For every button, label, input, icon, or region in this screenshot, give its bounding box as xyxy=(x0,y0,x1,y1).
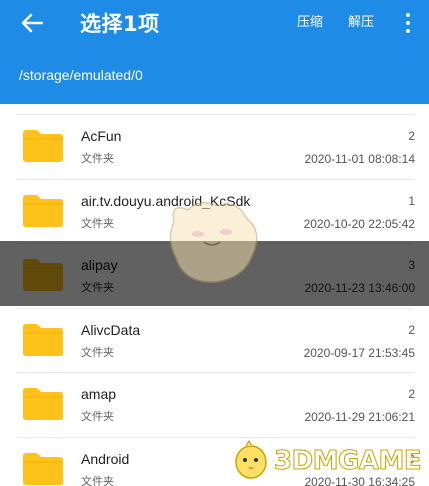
back-arrow-icon xyxy=(21,13,43,33)
folder-icon xyxy=(23,452,63,485)
file-type: 文件夹 xyxy=(81,216,114,230)
more-dot-icon xyxy=(406,29,410,33)
modified-date: 2020-11-01 08:08:14 xyxy=(304,152,415,166)
file-type: 文件夹 xyxy=(81,410,114,423)
mascot-watermark-icon xyxy=(169,202,258,283)
file-row-amap[interactable]: amap 文件夹 2 2020-11-29 21:06:21 xyxy=(0,373,429,438)
item-count: 2 xyxy=(408,322,415,337)
watermark-text: 3DMGAME xyxy=(273,446,422,477)
file-name: AlivcData xyxy=(81,321,141,338)
modified-date: 2020-09-17 21:53:45 xyxy=(303,345,415,360)
more-options-button[interactable] xyxy=(400,10,416,36)
modified-date: 2020-11-29 21:06:21 xyxy=(304,410,415,424)
item-count: 1 xyxy=(408,193,415,208)
back-button[interactable] xyxy=(12,6,52,40)
more-dot-icon xyxy=(406,13,410,17)
compress-button[interactable]: 压缩 xyxy=(297,12,323,34)
site-watermark: 3DMGAME xyxy=(232,438,428,484)
extract-button[interactable]: 解压 xyxy=(348,12,374,34)
app-bar: 选择1项 压缩 解压 /storage/emulated/0 xyxy=(0,0,429,104)
item-count: 2 xyxy=(408,387,415,401)
folder-icon xyxy=(23,130,63,162)
breadcrumb-path[interactable]: /storage/emulated/0 xyxy=(19,66,143,84)
file-type: 文件夹 xyxy=(81,152,114,165)
chick-logo-icon xyxy=(235,440,267,479)
folder-icon xyxy=(23,388,63,420)
folder-icon xyxy=(23,194,63,227)
folder-icon xyxy=(23,323,63,356)
page-title: 选择1项 xyxy=(80,12,160,36)
file-name: AcFun xyxy=(81,128,122,144)
file-list: AcFun 文件夹 2 2020-11-01 08:08:14 air.tv.douyu… xyxy=(0,115,429,486)
file-type: 文件夹 xyxy=(81,345,114,359)
file-row-alivcdata[interactable]: AlivcData 文件夹 2 2020-09-17 21:53:45 xyxy=(0,309,429,373)
more-dot-icon xyxy=(406,21,410,25)
file-name: Android xyxy=(81,450,130,467)
item-count: 2 xyxy=(408,129,415,143)
modified-date: 2020-10-20 22:05:42 xyxy=(303,216,415,231)
file-row-acfun[interactable]: AcFun 文件夹 2 2020-11-01 08:08:14 xyxy=(0,115,429,180)
file-name: amap xyxy=(81,386,117,402)
file-type: 文件夹 xyxy=(81,474,114,486)
